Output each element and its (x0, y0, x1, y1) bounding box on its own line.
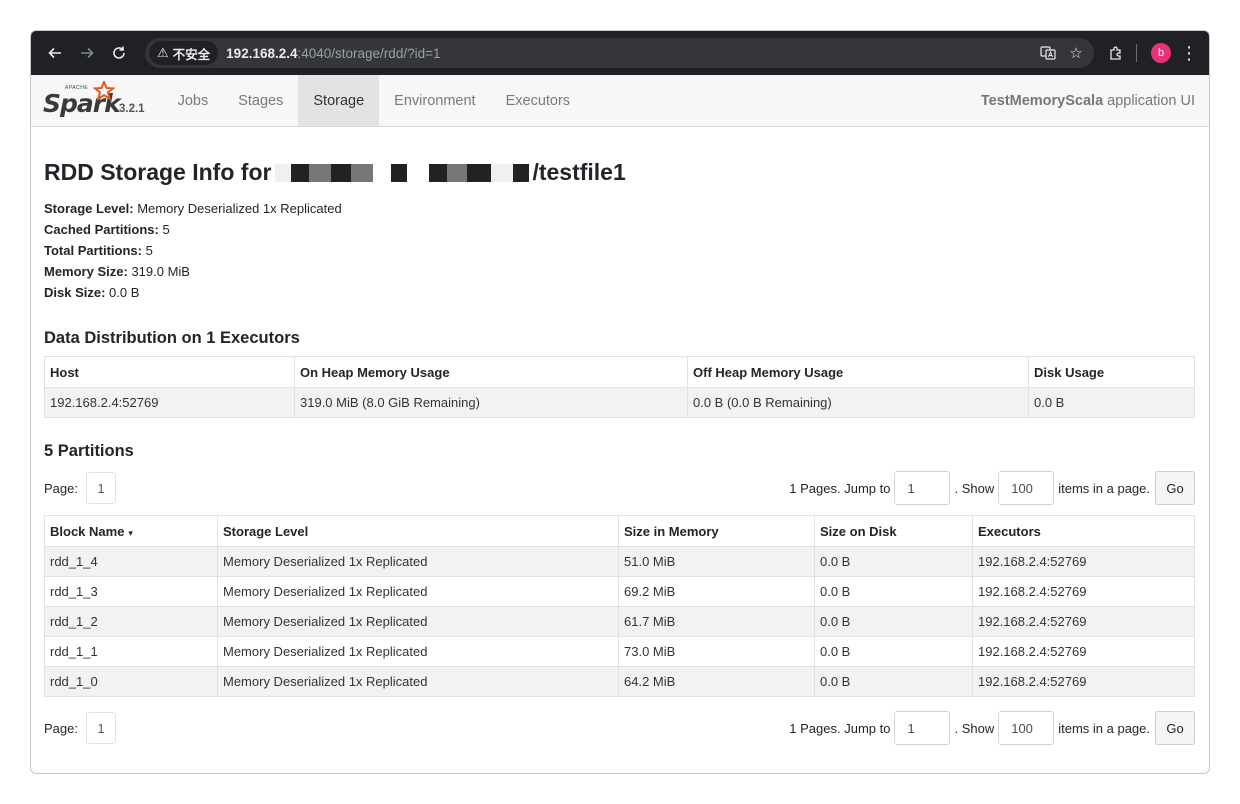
summary-total-partitions: Total Partitions: 5 (44, 243, 153, 258)
table-row: rdd_1_3 Memory Deserialized 1x Replicate… (44, 576, 1195, 607)
address-bar[interactable]: ⚠ 不安全 192.168.2.4 :4040/storage/rdd/?id=… (145, 38, 1094, 68)
spark-logo: APACHE Spark (43, 80, 121, 119)
tab-environment[interactable]: Environment (379, 75, 490, 126)
jump-page-input[interactable]: 1 (894, 471, 951, 505)
page-number-link[interactable]: 1 (85, 472, 116, 504)
translate-icon[interactable] (1034, 41, 1062, 65)
partitions-heading: 5 Partitions (44, 442, 134, 460)
bookmark-star-icon[interactable]: ☆ (1062, 41, 1090, 65)
tab-jobs[interactable]: Jobs (163, 75, 224, 126)
go-button[interactable]: Go (1155, 471, 1195, 505)
col-block-name[interactable]: Block Name ▾ (44, 515, 218, 547)
col-off-heap: Off Heap Memory Usage (687, 356, 1029, 388)
partitions-table: Block Name ▾ Storage Level Size in Memory… (44, 515, 1195, 697)
table-row: rdd_1_1 Memory Deserialized 1x Replicate… (44, 636, 1195, 667)
redacted-path (275, 162, 530, 184)
page-size-input[interactable]: 100 (998, 471, 1055, 505)
more-menu-icon[interactable]: ⋮ (1179, 43, 1199, 64)
tab-storage[interactable]: Storage (298, 75, 380, 126)
page-content: RDD Storage Info for /testfile1 Storage … (31, 159, 1209, 745)
col-storage-level[interactable]: Storage Level (217, 515, 619, 547)
summary-disk-size: Disk Size: 0.0 B (44, 285, 140, 300)
rdd-summary: Storage Level: Memory Deserialized 1x Re… (44, 198, 1195, 303)
table-row: rdd_1_4 Memory Deserialized 1x Replicate… (44, 546, 1195, 577)
pager-bottom: Page: 1 1 Pages. Jump to 1 . Show 100 it… (44, 711, 1195, 745)
profile-avatar[interactable]: b (1151, 43, 1171, 63)
browser-window: ⚠ 不安全 192.168.2.4 :4040/storage/rdd/?id=… (30, 30, 1210, 774)
pager-top: Page: 1 1 Pages. Jump to 1 . Show 100 it… (44, 471, 1195, 505)
col-on-heap: On Heap Memory Usage (294, 356, 688, 388)
go-button[interactable]: Go (1155, 711, 1195, 745)
tab-executors[interactable]: Executors (491, 75, 585, 126)
extensions-icon[interactable] (1102, 41, 1130, 65)
distribution-table: Host On Heap Memory Usage Off Heap Memor… (44, 356, 1195, 418)
summary-memory-size: Memory Size: 319.0 MiB (44, 264, 190, 279)
back-icon[interactable] (41, 39, 69, 67)
table-row: 192.168.2.4:52769 319.0 MiB (8.0 GiB Rem… (44, 387, 1195, 418)
jump-page-input[interactable]: 1 (894, 711, 951, 745)
spark-star-icon (93, 80, 115, 101)
col-size-in-memory[interactable]: Size in Memory (618, 515, 815, 547)
col-host: Host (44, 356, 295, 388)
warning-icon: ⚠ (157, 45, 169, 60)
col-disk-usage: Disk Usage (1028, 356, 1195, 388)
insecure-badge[interactable]: ⚠ 不安全 (149, 41, 219, 65)
reload-icon[interactable] (105, 39, 133, 67)
col-size-on-disk[interactable]: Size on Disk (814, 515, 973, 547)
url-host: 192.168.2.4 (226, 45, 298, 61)
tab-stages[interactable]: Stages (223, 75, 298, 126)
application-title: TestMemoryScala application UI (980, 92, 1195, 109)
summary-storage-level: Storage Level: Memory Deserialized 1x Re… (44, 201, 342, 216)
page-number-link[interactable]: 1 (85, 712, 116, 744)
spark-navbar: APACHE Spark 3.2.1 Jobs Stages Storage E… (31, 75, 1209, 127)
spark-version: 3.2.1 (119, 102, 145, 115)
url-path: :4040/storage/rdd/?id=1 (297, 45, 441, 61)
col-executors[interactable]: Executors (972, 515, 1195, 547)
sort-down-icon: ▾ (128, 527, 133, 538)
browser-toolbar: ⚠ 不安全 192.168.2.4 :4040/storage/rdd/?id=… (31, 31, 1209, 75)
table-row: rdd_1_0 Memory Deserialized 1x Replicate… (44, 666, 1195, 697)
distribution-heading: Data Distribution on 1 Executors (44, 329, 300, 347)
table-row: rdd_1_2 Memory Deserialized 1x Replicate… (44, 606, 1195, 637)
toolbar-divider (1136, 44, 1137, 62)
page-title: RDD Storage Info for /testfile1 (44, 159, 626, 185)
forward-icon[interactable] (73, 39, 101, 67)
summary-cached-partitions: Cached Partitions: 5 (44, 222, 170, 237)
spark-brand[interactable]: APACHE Spark 3.2.1 (43, 75, 145, 126)
page-size-input[interactable]: 100 (998, 711, 1055, 745)
